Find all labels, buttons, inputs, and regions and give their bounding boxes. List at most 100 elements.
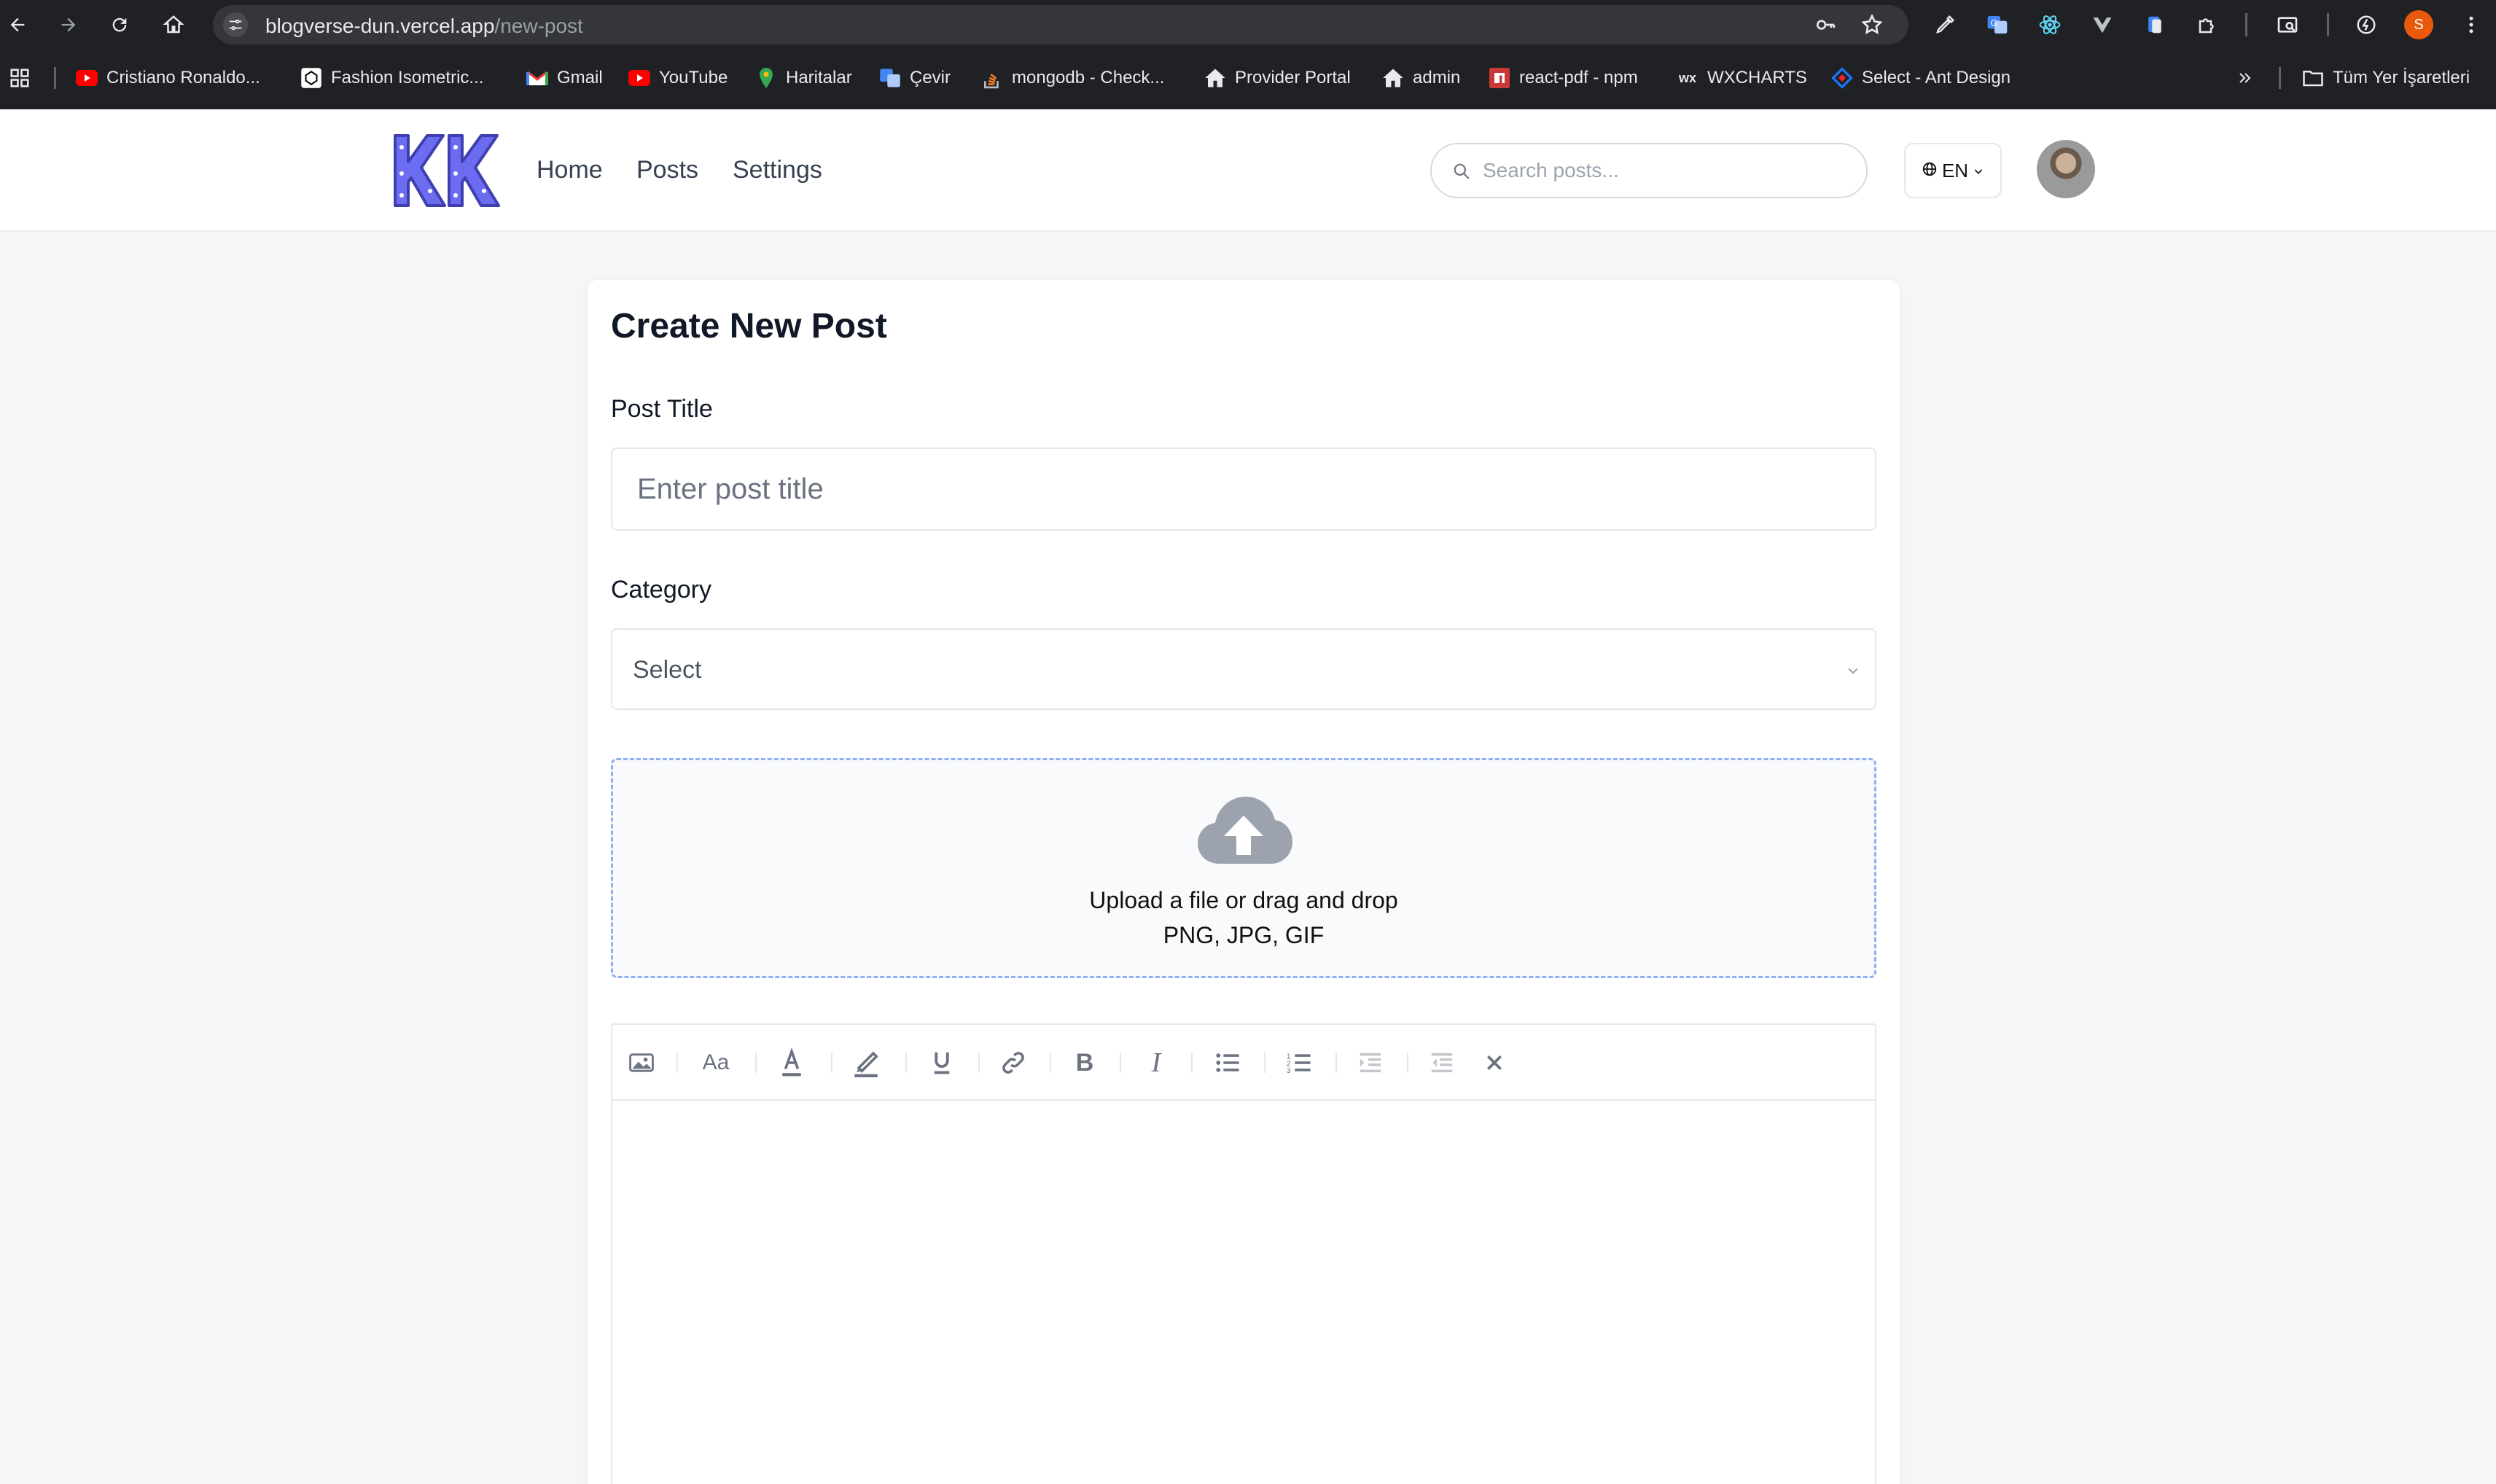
search-box [1430,143,1868,198]
bookmark-item[interactable]: mongodb - Check... [981,61,1164,95]
bookmark-label: admin [1413,68,1461,87]
toolbar-divider [1264,1053,1265,1073]
bookmark-item[interactable]: wx WXCHARTS [1677,61,1807,95]
nav-settings-link[interactable]: Settings [733,156,822,184]
toolbar-divider [831,1053,832,1073]
password-key-icon[interactable] [1814,13,1837,36]
address-bar[interactable]: blogverse-dun.vercel.app/new-post [213,5,1908,44]
toolbar-divider [676,1053,678,1073]
react-devtools-icon[interactable] [2035,10,2064,39]
globe-icon [1922,160,1938,182]
user-avatar[interactable] [2037,140,2095,198]
bookmark-item[interactable]: Haritalar [755,61,852,95]
bookmark-item[interactable]: YouTube [628,61,728,95]
bookmark-label: WXCHARTS [1707,68,1807,87]
eyedropper-extension-icon[interactable] [1930,10,1959,39]
more-menu-icon[interactable] [2457,10,2486,39]
site-info-icon[interactable] [223,12,248,37]
bookmark-item[interactable]: Çevir [879,61,951,95]
highlight-icon[interactable] [849,1045,884,1080]
bookmark-item[interactable]: Provider Portal [1204,61,1351,95]
search-icon [1452,162,1471,184]
toolbar-divider [1407,1053,1408,1073]
youtube-icon [76,67,98,89]
svg-text:G: G [1991,17,1997,28]
wx-icon: wx [1678,70,1696,85]
nav-posts-link[interactable]: Posts [636,156,698,184]
font-size-icon[interactable]: Aa [693,1045,739,1080]
underline-icon[interactable] [924,1045,959,1080]
language-selector[interactable]: EN [1904,143,2002,198]
bookmark-item[interactable]: Select - Ant Design [1831,61,2011,95]
toolbar-divider [755,1053,757,1073]
rich-text-editor: Aa B I 1 2 3 [611,1023,1876,1484]
gmail-icon [526,67,548,89]
page-title: Create New Post [611,307,887,345]
vue-devtools-icon[interactable] [2088,10,2117,39]
antd-icon [1831,67,1853,89]
upload-instruction: Upload a file or drag and drop [1089,887,1398,913]
category-select[interactable]: Select [611,628,1876,710]
bookmark-label: Çevir [910,68,951,87]
extensions-puzzle-icon[interactable] [2193,10,2222,39]
nav-home-link[interactable]: Home [537,156,603,184]
youtube-icon [628,67,650,89]
performance-icon[interactable] [2352,10,2381,39]
post-title-label: Post Title [611,395,713,423]
category-label: Category [611,576,711,604]
clear-format-icon[interactable] [1477,1045,1512,1080]
translate-icon [879,67,901,89]
bookmark-label: Select - Ant Design [1862,68,2011,87]
toolbar-divider [905,1053,907,1073]
reload-icon[interactable] [102,7,137,42]
document-extension-icon[interactable] [2140,10,2169,39]
back-icon[interactable] [0,7,35,42]
toolbar-divider [2245,13,2247,36]
chevron-down-icon [1846,663,1860,682]
url-host: blogverse-dun.vercel.app [265,15,495,37]
editor-toolbar: Aa B I 1 2 3 [612,1025,1875,1101]
profile-avatar[interactable]: S [2404,10,2433,39]
forward-icon[interactable] [51,7,86,42]
italic-icon[interactable]: I [1139,1045,1174,1080]
bookmark-label: mongodb - Check... [1012,68,1165,87]
editor-content-area[interactable] [612,1101,1875,1484]
bookmark-item[interactable]: admin [1382,61,1460,95]
bold-icon[interactable]: B [1067,1045,1102,1080]
app-header: Home Posts Settings EN [0,109,2496,232]
all-bookmarks-folder[interactable]: Tüm Yer İşaretleri [2302,61,2470,95]
bookmark-item[interactable]: Gmail [526,61,603,95]
post-title-input[interactable] [611,448,1876,531]
bookmark-star-icon[interactable] [1860,13,1884,36]
npm-icon [1489,67,1510,89]
indent-icon[interactable] [1353,1045,1388,1080]
bookmark-label: Fashion Isometric... [331,68,484,87]
bookmark-label: Haritalar [786,68,852,87]
bookmark-label: Provider Portal [1235,68,1351,87]
tab-search-icon[interactable] [2273,10,2302,39]
toolbar-divider [1191,1053,1193,1073]
more-bookmarks-chevron-icon[interactable] [2236,61,2254,95]
translate-extension-icon[interactable]: G [1983,10,2012,39]
brand-logo[interactable] [389,130,503,210]
bullet-list-icon[interactable] [1210,1045,1245,1080]
image-icon[interactable] [624,1045,659,1080]
create-post-card: Create New Post Post Title Category Sele… [588,280,1900,1484]
home-icon[interactable] [156,7,191,42]
text-color-icon[interactable] [774,1045,809,1080]
language-label: EN [1941,159,1969,181]
home-icon [1204,67,1226,89]
bookmark-item[interactable]: Fashion Isometric... [300,61,483,95]
bookmark-item[interactable]: Cristiano Ronaldo... [76,61,260,95]
outdent-icon[interactable] [1424,1045,1459,1080]
link-icon[interactable] [996,1045,1031,1080]
toolbar-divider [978,1053,980,1073]
cloud-upload-icon [1195,794,1292,870]
maps-pin-icon [755,67,777,89]
bookmark-item[interactable]: react-pdf - npm [1489,61,1638,95]
file-upload-dropzone[interactable]: Upload a file or drag and drop PNG, JPG,… [611,758,1876,978]
numbered-list-icon[interactable]: 123 [1282,1045,1317,1080]
url-text: blogverse-dun.vercel.app/new-post [265,15,583,38]
apps-grid-icon[interactable] [9,61,31,95]
search-input[interactable] [1483,155,1847,187]
